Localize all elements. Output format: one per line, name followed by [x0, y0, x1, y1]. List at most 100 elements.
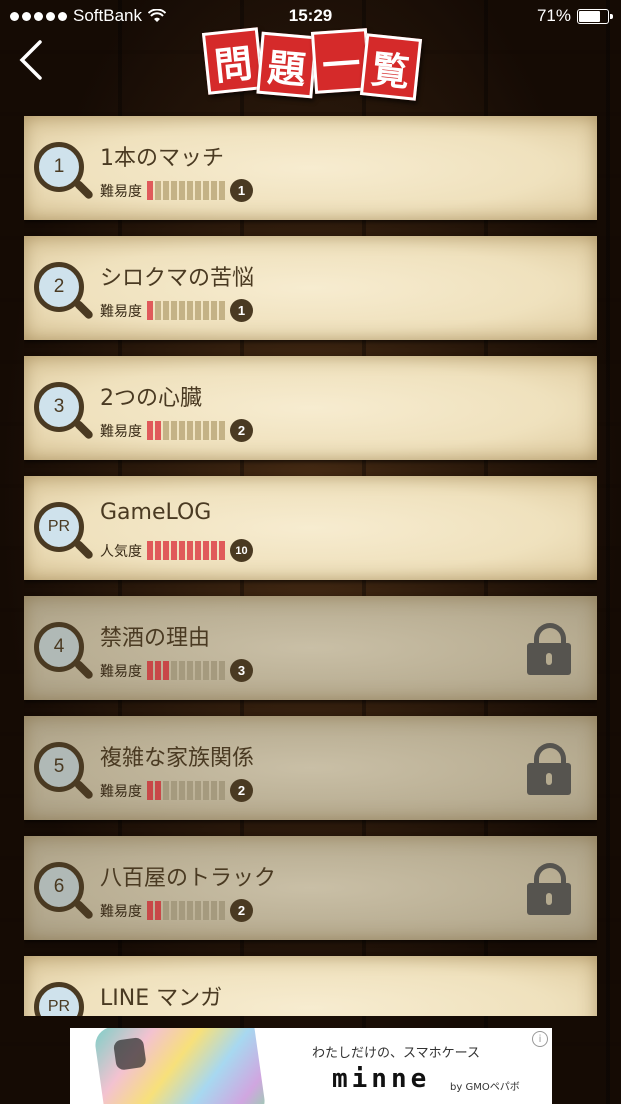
title-char: 覧	[359, 33, 423, 101]
ad-by: by GMOペパボ	[450, 1082, 520, 1093]
level-bar	[163, 901, 169, 920]
level-bar	[187, 301, 193, 320]
level-badge: 2	[230, 899, 253, 922]
level-bar	[187, 541, 193, 560]
problem-list-item[interactable]: 6 八百屋のトラック 難易度 2	[24, 836, 597, 940]
lock-icon	[527, 743, 571, 795]
battery-percent: 71%	[536, 6, 571, 25]
level-bars	[147, 421, 225, 440]
level-bar	[203, 901, 209, 920]
problem-title: 複雑な家族関係	[100, 746, 255, 771]
metric-label: 難易度	[100, 183, 142, 200]
level-bar	[203, 781, 209, 800]
level-bar	[155, 661, 161, 680]
level-bar	[163, 301, 169, 320]
ad-banner[interactable]: わたしだけの、スマホケース minne by GMOペパボ i	[70, 1028, 552, 1104]
problem-title: シロクマの苦悩	[100, 266, 255, 291]
level-bars	[147, 901, 225, 920]
problem-number: PR	[34, 982, 84, 1016]
level-bar	[195, 421, 201, 440]
problem-list: 1 1本のマッチ 難易度 1 2 シロクマの苦悩 難易度 1 3 2つの心臓 難易度 2 PR GameL…	[24, 116, 597, 1016]
back-button[interactable]	[14, 38, 50, 82]
clock: 15:29	[288, 6, 333, 25]
page-title: 問 題 一 覧	[201, 27, 423, 101]
title-char: 題	[256, 31, 318, 99]
level-bar	[203, 661, 209, 680]
level-badge: 1	[230, 179, 253, 202]
level-bar	[195, 901, 201, 920]
level-bar	[211, 421, 217, 440]
magnifier-icon: PR	[34, 502, 95, 561]
level-bar	[203, 301, 209, 320]
problem-list-item[interactable]: 5 複雑な家族関係 難易度 2	[24, 716, 597, 820]
level-bar	[179, 661, 185, 680]
problem-list-item[interactable]: 3 2つの心臓 難易度 2	[24, 356, 597, 460]
level-bar	[147, 301, 153, 320]
ad-tagline: わたしだけの、スマホケース	[312, 1046, 480, 1061]
pr-list-item[interactable]: PR LINE マンガ	[24, 956, 597, 1016]
level-bars	[147, 541, 225, 560]
level-bar	[179, 181, 185, 200]
level-badge: 2	[230, 419, 253, 442]
level-bar	[163, 661, 169, 680]
level-bar	[219, 661, 225, 680]
level-badge: 2	[230, 779, 253, 802]
pr-list-item[interactable]: PR GameLOG 人気度 10	[24, 476, 597, 580]
level-bar	[155, 901, 161, 920]
level-bar	[187, 421, 193, 440]
level-bar	[187, 781, 193, 800]
problem-list-item[interactable]: 1 1本のマッチ 難易度 1	[24, 116, 597, 220]
chevron-left-icon	[19, 40, 42, 80]
level-bar	[163, 421, 169, 440]
problem-title: 1本のマッチ	[100, 146, 224, 171]
metric-label: 人気度	[100, 543, 142, 560]
difficulty-meter: 難易度 2	[100, 899, 253, 922]
phone-case-image	[93, 1028, 267, 1104]
level-bar	[219, 781, 225, 800]
metric-label: 難易度	[100, 423, 142, 440]
magnifier-icon: PR	[34, 982, 92, 1016]
level-bar	[211, 901, 217, 920]
level-bar	[171, 901, 177, 920]
level-bar	[187, 181, 193, 200]
level-bar	[179, 301, 185, 320]
level-bar	[203, 541, 209, 560]
level-bar	[179, 781, 185, 800]
level-bar	[147, 661, 153, 680]
level-bar	[163, 781, 169, 800]
lock-icon	[527, 623, 571, 675]
level-bar	[219, 901, 225, 920]
difficulty-meter: 難易度 3	[100, 659, 253, 682]
difficulty-meter: 難易度 1	[100, 299, 253, 322]
level-bar	[171, 301, 177, 320]
level-bar	[187, 901, 193, 920]
difficulty-meter: 難易度 1	[100, 179, 253, 202]
level-bar	[211, 661, 217, 680]
magnifier-icon: 1	[34, 142, 95, 201]
level-bar	[171, 661, 177, 680]
level-bar	[147, 421, 153, 440]
problem-list-item[interactable]: 2 シロクマの苦悩 難易度 1	[24, 236, 597, 340]
level-bar	[195, 781, 201, 800]
ad-brand: minne	[332, 1064, 431, 1094]
level-bar	[163, 541, 169, 560]
difficulty-meter: 難易度 2	[100, 419, 253, 442]
level-bar	[163, 181, 169, 200]
magnifier-icon: 4	[34, 622, 95, 681]
level-badge: 10	[230, 539, 253, 562]
level-bars	[147, 181, 225, 200]
level-bar	[147, 901, 153, 920]
problem-list-item[interactable]: 4 禁酒の理由 難易度 3	[24, 596, 597, 700]
level-bars	[147, 661, 225, 680]
problem-title: 2つの心臓	[100, 386, 202, 411]
level-bar	[211, 301, 217, 320]
level-bar	[171, 541, 177, 560]
metric-label: 難易度	[100, 303, 142, 320]
level-bar	[147, 781, 153, 800]
magnifier-icon: 5	[34, 742, 95, 801]
problem-title: GameLOG	[100, 500, 212, 525]
ad-info-icon[interactable]: i	[532, 1031, 548, 1047]
problem-title: LINE マンガ	[100, 986, 223, 1011]
metric-label: 難易度	[100, 903, 142, 920]
magnifier-icon: 6	[34, 862, 95, 921]
